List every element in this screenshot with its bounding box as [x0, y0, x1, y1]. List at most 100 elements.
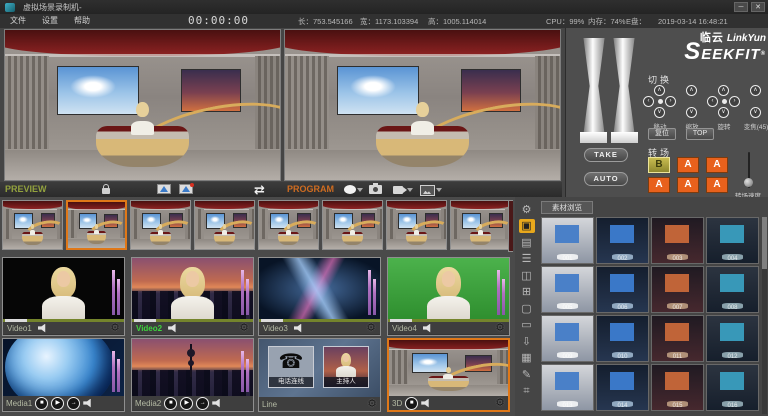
gear-icon[interactable]: ⚙: [110, 323, 120, 334]
pad-move-down-button[interactable]: ∨: [654, 107, 665, 118]
transition-pattern-button[interactable]: A: [706, 157, 728, 173]
line-panel[interactable]: ☎ 电话连线 主持人 Line ⚙: [258, 338, 381, 412]
scene-template-tile[interactable]: 014: [596, 364, 649, 411]
t-bar-fader[interactable]: [580, 38, 644, 148]
transition-pattern-button[interactable]: A: [677, 177, 699, 193]
gear-icon[interactable]: ⚙: [367, 399, 377, 410]
preview-strip-thumbnail[interactable]: [322, 200, 383, 250]
stream-dropdown-caret[interactable]: [407, 188, 413, 192]
sidebar-icon-ptz[interactable]: ⌗: [519, 384, 535, 398]
video1-panel[interactable]: Video1 ⚙: [2, 257, 125, 336]
snapshot-button[interactable]: [369, 185, 382, 194]
video3-progress[interactable]: [259, 319, 380, 322]
pad-move-right-button[interactable]: ›: [665, 96, 676, 107]
picture-dropdown-caret[interactable]: [436, 188, 442, 192]
menu-settings[interactable]: 设置: [36, 14, 64, 28]
media2-loop-button[interactable]: →: [196, 397, 209, 410]
video3-panel[interactable]: Video3 ⚙: [258, 257, 381, 336]
speaker-icon[interactable]: [168, 324, 179, 333]
scene-template-tile[interactable]: 012: [706, 315, 759, 362]
reset-button[interactable]: 复位: [648, 128, 676, 140]
close-button[interactable]: ✕: [751, 2, 765, 12]
transition-pattern-button[interactable]: B: [648, 157, 670, 173]
sidebar-icon-bar[interactable]: ▭: [519, 318, 535, 332]
scene-template-tile[interactable]: 013: [541, 364, 594, 411]
sidebar-icon-media[interactable]: ▦: [519, 351, 535, 365]
video2-progress[interactable]: [132, 319, 253, 322]
preview-strip-thumbnail[interactable]: [2, 200, 63, 250]
sidebar-icon-settings[interactable]: ⚙: [519, 203, 535, 217]
sidebar-icon-list[interactable]: ☰: [519, 252, 535, 266]
scene-template-tile[interactable]: 003: [651, 217, 704, 264]
material-browse-tab[interactable]: 素材浏览: [541, 201, 593, 214]
gear-icon[interactable]: ⚙: [366, 323, 376, 334]
media1-panel[interactable]: Media1 ■ ▶ →: [2, 338, 125, 412]
transition-pattern-button[interactable]: A: [648, 177, 670, 193]
minimize-button[interactable]: ─: [734, 2, 748, 12]
preview-strip-thumbnail[interactable]: [130, 200, 191, 250]
take-button[interactable]: TAKE: [584, 148, 628, 162]
scene-template-tile[interactable]: 009: [541, 315, 594, 362]
pad-scale-down-button[interactable]: ∨: [686, 107, 697, 118]
scene-template-tile[interactable]: 004: [706, 217, 759, 264]
scene-template-tile[interactable]: 001: [541, 217, 594, 264]
record-dropdown-caret[interactable]: [357, 188, 363, 192]
pad-rotate-right-button[interactable]: ›: [729, 96, 740, 107]
scene-template-tile[interactable]: 006: [596, 266, 649, 313]
video4-panel[interactable]: Video4 ⚙: [387, 257, 510, 336]
gear-icon[interactable]: ⚙: [239, 323, 249, 334]
scene-template-tile[interactable]: 015: [651, 364, 704, 411]
sidebar-icon-cards[interactable]: ◫: [519, 269, 535, 283]
t-bar-handle-right[interactable]: [612, 38, 636, 134]
speaker-icon[interactable]: [38, 324, 49, 333]
sidebar-icon-save[interactable]: ▣: [519, 219, 535, 233]
media2-panel[interactable]: Media2 ■ ▶ →: [131, 338, 254, 412]
phone-line-tile[interactable]: ☎ 电话连线: [268, 346, 314, 388]
media1-stop-button[interactable]: ■: [35, 397, 48, 410]
media2-stop-button[interactable]: ■: [164, 397, 177, 410]
menu-file[interactable]: 文件: [4, 14, 32, 28]
video2-panel[interactable]: Video2 ⚙: [131, 257, 254, 336]
host-tile[interactable]: 主持人: [323, 346, 369, 388]
sidebar-icon-scenes[interactable]: ▤: [519, 236, 535, 250]
overlay-image-button-1[interactable]: [157, 184, 171, 194]
media2-play-button[interactable]: ▶: [180, 397, 193, 410]
gear-icon[interactable]: ⚙: [495, 398, 505, 409]
speaker-icon[interactable]: [423, 324, 434, 333]
stream-button[interactable]: [393, 186, 403, 194]
pad-rotate-left-button[interactable]: ‹: [707, 96, 718, 107]
sidebar-icon-edit[interactable]: ✎: [519, 368, 535, 382]
transition-pattern-button[interactable]: A: [677, 157, 699, 173]
preview-monitor[interactable]: [4, 29, 281, 181]
scene-template-tile[interactable]: 007: [651, 266, 704, 313]
virtual-3d-panel[interactable]: 3D ■ ⚙: [387, 338, 510, 412]
preview-strip-thumbnail[interactable]: [450, 200, 511, 250]
auto-button[interactable]: AUTO: [584, 172, 628, 186]
scene-template-tile[interactable]: 016: [706, 364, 759, 411]
overlay-picture-icon[interactable]: [420, 185, 435, 196]
swap-icon[interactable]: ⇄: [254, 182, 265, 197]
preview-strip-thumbnail[interactable]: [258, 200, 319, 250]
sidebar-icon-grid[interactable]: ⊞: [519, 285, 535, 299]
sidebar-icon-display[interactable]: ▢: [519, 302, 535, 316]
overlay-image-button-2[interactable]: [179, 184, 193, 194]
video4-progress[interactable]: [388, 319, 509, 322]
speaker-icon[interactable]: [212, 399, 223, 408]
scene-template-tile[interactable]: 008: [706, 266, 759, 313]
scene-template-tile[interactable]: 005: [541, 266, 594, 313]
preview-strip-thumbnail[interactable]: [66, 200, 127, 250]
pad-rotate-down-button[interactable]: ∨: [718, 107, 729, 118]
pad-rotate-up-button[interactable]: ∧: [718, 85, 729, 96]
media1-play-button[interactable]: ▶: [51, 397, 64, 410]
speaker-icon[interactable]: [294, 324, 305, 333]
menu-help[interactable]: 帮助: [68, 14, 96, 28]
sidebar-icon-download[interactable]: ⇩: [519, 335, 535, 349]
pad-zoom-out-button[interactable]: ∨: [750, 107, 761, 118]
gallery-scrollbar[interactable]: [762, 217, 767, 414]
gear-icon[interactable]: ⚙: [495, 323, 505, 334]
preview-strip-thumbnail[interactable]: [194, 200, 255, 250]
video1-progress[interactable]: [3, 319, 124, 322]
record-button[interactable]: [344, 185, 356, 194]
t-bar-handle-left[interactable]: [582, 38, 606, 134]
speaker-icon[interactable]: [83, 399, 94, 408]
